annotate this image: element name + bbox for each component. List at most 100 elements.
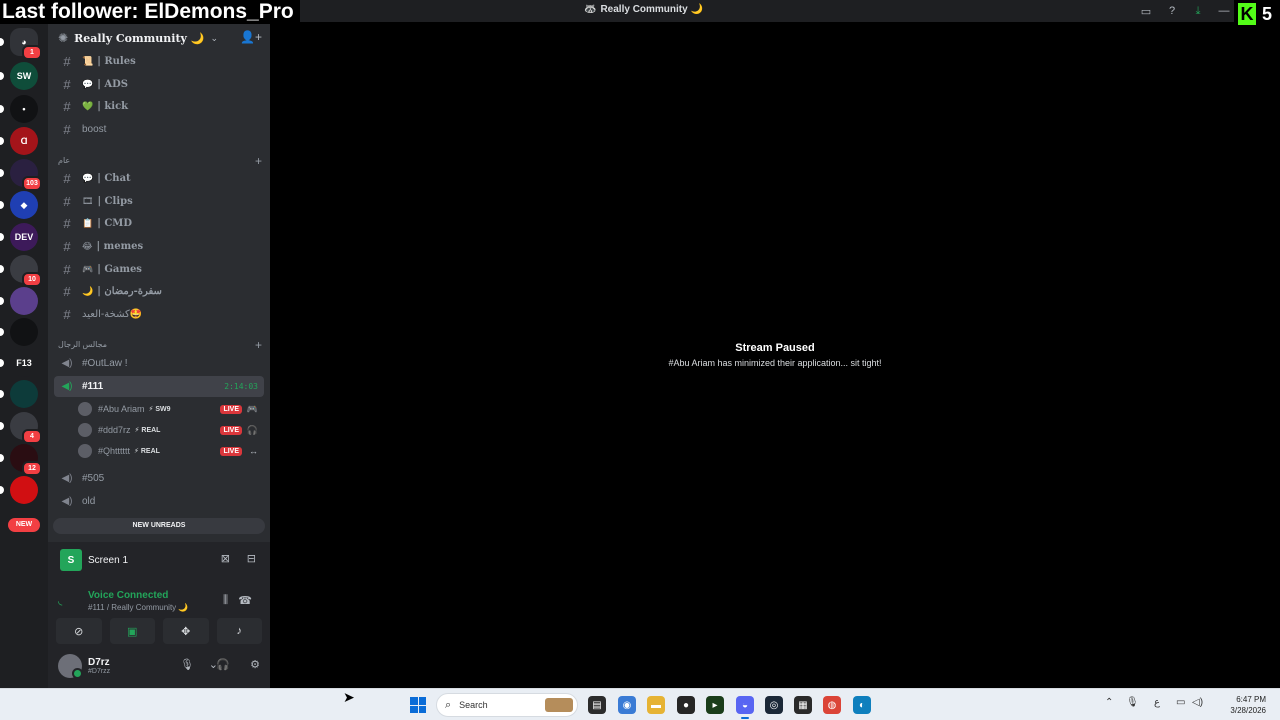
live-badge[interactable]: LIVE [220,446,242,456]
kick-logo-icon: K [1238,3,1256,25]
unread-indicator [0,38,4,46]
text-channel[interactable]: # 🎮 | Games [54,259,264,280]
taskbar-obs-icon[interactable]: ● [677,696,695,714]
voice-user[interactable]: #ddd7rz ⚡ REAL LIVE 🎧 [78,420,264,440]
username: D7rz [88,657,110,668]
live-badge[interactable]: LIVE [220,404,242,414]
server-label: Ɑ [20,136,28,146]
server-dev[interactable]: DEV [0,223,38,251]
avatar[interactable] [58,654,83,679]
user-tag: #D7rzz [88,668,111,675]
server-server-2[interactable]: • [0,95,38,123]
text-channel[interactable]: # 🌙 | سفرة-رمضان [54,281,264,302]
signal-icon[interactable]: ◟ [58,594,62,607]
tray-microphone-icon[interactable]: 🎙 [1126,697,1139,708]
start-button[interactable] [410,697,426,713]
voice-user[interactable]: #Qhtttttt ⚡ REAL LIVE ↔ [78,441,264,461]
screen-share-active-icon[interactable]: ▣ [109,618,155,644]
guild-header[interactable]: ✺ Really Community 🌙 ⌄ 👤+ [48,22,270,54]
text-channel[interactable]: # 📋 | CMD [54,213,264,234]
voice-channel[interactable]: ◀) #111 2:14:03 [54,376,264,397]
tray-overflow-icon[interactable]: ⌃ [1105,697,1113,708]
invite-people-icon[interactable]: 👤+ [240,30,262,44]
minimize-icon[interactable]: — [1216,3,1232,19]
server-server-13[interactable]: 12 [0,444,42,476]
user-info[interactable]: D7rz #D7rzz [88,657,110,675]
server-f13[interactable]: F13 [0,349,38,377]
add-channel-icon[interactable]: + [255,154,262,168]
camera-off-icon[interactable]: ⊘ [56,618,102,644]
new-unreads-button[interactable]: NEW UNREADS [53,518,265,534]
activities-icon[interactable]: ✥ [163,618,209,644]
settings-gear-icon[interactable]: ⚙ [250,658,260,671]
hash-icon: # [63,77,71,92]
category-voice[interactable]: مجالس الرجال + [58,338,262,352]
window-title: 🦝 Really Community 🌙 [584,4,703,15]
text-channel[interactable]: # 💚 | kick [54,96,264,117]
server-server-12[interactable]: 4 [0,412,42,444]
stream-settings-icon[interactable]: ⊟ [247,552,256,565]
input-language[interactable]: ع [1154,697,1160,708]
voice-channel-path[interactable]: #111 / Really Community 🌙 [88,603,188,612]
stream-stage[interactable]: Stream Paused #Abu Ariam has minimized t… [270,22,1280,688]
server-server-3[interactable]: Ɑ [0,127,38,155]
server-server-5[interactable]: ◆ [0,191,38,219]
server-server-8[interactable] [0,287,38,315]
stop-share-icon[interactable]: ⊠ [221,552,230,565]
microphone-icon[interactable]: 🎙 [180,658,194,671]
hash-icon: # [63,284,71,299]
taskbar-search[interactable]: ⌕ Search [436,693,578,717]
server-home[interactable]: ◕ 1 [0,28,42,60]
server-server-14[interactable] [0,476,38,504]
server-server-7[interactable]: 10 [0,255,42,287]
live-badge[interactable]: LIVE [220,425,242,435]
taskbar-terminal-icon[interactable]: ▸ [706,696,724,714]
server-server-4[interactable]: 103 [0,159,42,191]
taskbar-explorer-icon[interactable]: ▬ [647,696,665,714]
help-icon[interactable]: ? [1164,3,1180,19]
category-label: عام [58,156,71,165]
soundboard-icon[interactable]: ♪ [216,618,262,644]
disconnect-icon[interactable]: ☎ [238,594,252,607]
text-channel[interactable]: # 💬 | Chat [54,168,264,189]
channel-emoji: 📜 [82,56,94,66]
channel-emoji: 💬 [82,173,94,183]
taskbar-steam-icon[interactable]: ◎ [765,696,783,714]
noise-suppression-icon[interactable]: ⫼ [223,594,228,607]
taskbar-file-manager-icon[interactable]: ▤ [588,696,606,714]
voice-channel[interactable]: ◀) old [54,491,264,512]
screen-share-icon[interactable]: ▭ [1138,3,1154,19]
system-clock[interactable]: 6:47 PM 3/28/2026 [1230,694,1266,716]
category-general[interactable]: عام + [58,154,262,168]
taskbar-chrome-icon[interactable]: ◍ [823,696,841,714]
text-channel[interactable]: # كشخة-العيد🤩 [54,304,264,325]
voice-user[interactable]: #Abu Ariam ⚡ SW9 LIVE 🎮 [78,399,264,419]
clock-time: 6:47 PM [1236,695,1266,704]
text-channel[interactable]: # boost [54,119,264,140]
add-channel-icon[interactable]: + [255,338,262,352]
mention-badge: 103 [22,176,42,191]
download-icon[interactable]: ⤓ [1190,3,1206,19]
text-channel[interactable]: # 🎞 | Clips [54,191,264,212]
text-channel[interactable]: # 💬 | ADS [54,74,264,95]
server-server-11[interactable] [0,380,38,408]
voice-channel[interactable]: ◀) #OutLaw ! [54,353,264,374]
taskbar-copilot-icon[interactable]: ◉ [618,696,636,714]
speaker-icon: ◀) [61,473,73,484]
text-channel[interactable]: # 😂 | memes [54,236,264,257]
taskbar-discord-icon[interactable]: ◒ [736,696,754,719]
channel-name: old [82,496,96,507]
taskbar-epic-icon[interactable]: ▦ [794,696,812,714]
headphones-icon[interactable]: 🎧 [216,658,230,671]
rail-new-badge[interactable]: NEW [8,518,40,532]
channel-name: | Clips [97,196,133,207]
unread-indicator [0,454,4,462]
server-server-9[interactable] [0,318,38,346]
volume-icon[interactable]: ◁) [1192,697,1203,708]
taskbar-edge-icon[interactable]: ◐ [853,696,871,714]
voice-channel[interactable]: ◀) #505 [54,468,264,489]
avatar [78,402,92,416]
server-sw[interactable]: SW [0,62,38,90]
text-channel[interactable]: # 📜 | Rules [54,51,264,72]
network-icon[interactable]: ▭ [1176,697,1185,708]
